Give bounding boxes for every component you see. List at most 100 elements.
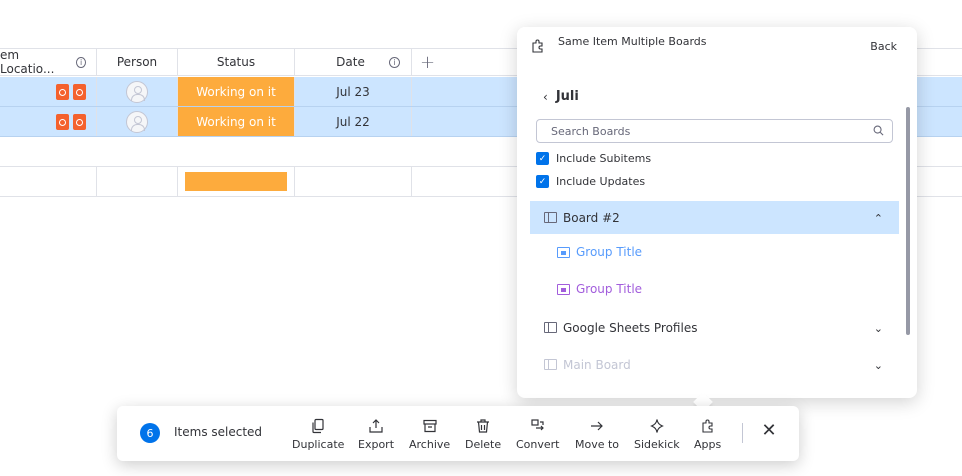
group-name: Group Title <box>576 245 643 259</box>
panel-header: Same Item Multiple Boards Back <box>517 27 917 65</box>
chevron-up-icon[interactable]: ⌃ <box>874 212 883 225</box>
file-icon[interactable] <box>56 83 69 100</box>
column-header-label: Date <box>336 55 365 69</box>
back-button[interactable]: Back <box>870 40 897 53</box>
toolbar-divider <box>742 423 743 443</box>
file-icon[interactable] <box>56 113 69 130</box>
action-label: Archive <box>409 438 451 451</box>
checkmark-icon[interactable]: ✓ <box>536 152 549 165</box>
status-cell[interactable]: Working on it <box>178 107 295 136</box>
location-cell[interactable] <box>0 77 97 106</box>
group-item[interactable]: Group Title <box>557 245 642 259</box>
workspace-name: Juli <box>555 89 579 104</box>
search-boards-input[interactable]: Search Boards <box>536 119 893 143</box>
duplicate-icon <box>312 418 324 434</box>
search-icon <box>873 125 884 136</box>
group-item[interactable]: Group Title <box>557 282 642 296</box>
avatar-placeholder-icon[interactable] <box>126 110 148 133</box>
close-icon[interactable]: ✕ <box>761 422 777 440</box>
location-cell[interactable] <box>0 107 97 136</box>
export-icon <box>369 419 383 433</box>
board-item-board-2[interactable]: Board #2 ⌃ <box>530 201 899 234</box>
items-selected-label: Items selected <box>174 425 263 439</box>
date-cell[interactable]: Jul 22 <box>295 107 412 136</box>
column-header-label: Person <box>116 55 158 69</box>
column-header-date[interactable]: Date i <box>295 49 412 75</box>
group-icon <box>557 283 570 295</box>
screen: em Locatio... i Person Status Date i + W… <box>0 0 962 476</box>
avatar-placeholder-icon[interactable] <box>126 80 148 103</box>
board-icon <box>544 359 557 370</box>
status-label[interactable]: Working on it <box>178 77 294 106</box>
column-header-label: Status <box>216 55 256 69</box>
summary-cell <box>295 167 412 196</box>
chevron-left-icon: ‹ <box>543 89 548 104</box>
action-label: Duplicate <box>292 438 345 451</box>
checkbox-label: Include Updates <box>556 175 646 188</box>
board-item-main-board[interactable]: Main Board ⌄ <box>530 348 899 381</box>
chevron-down-icon[interactable]: ⌄ <box>874 359 883 372</box>
delete-button[interactable]: Delete <box>465 418 501 451</box>
board-name: Main Board <box>563 357 631 372</box>
summary-cell <box>97 167 178 196</box>
board-icon <box>544 212 557 223</box>
sidekick-button[interactable]: Sidekick <box>634 418 680 451</box>
summary-cell <box>0 167 97 196</box>
puzzle-icon <box>702 419 713 433</box>
puzzle-icon <box>532 39 543 53</box>
export-button[interactable]: Export <box>358 418 394 451</box>
duplicate-button[interactable]: Duplicate <box>292 418 344 451</box>
group-icon <box>557 246 570 258</box>
workspace-back-button[interactable]: ‹ Juli <box>543 89 579 104</box>
status-cell[interactable]: Working on it <box>178 77 295 106</box>
column-header-item-location[interactable]: em Locatio... i <box>0 48 97 76</box>
person-cell[interactable] <box>97 77 178 106</box>
action-label: Delete <box>465 438 502 451</box>
move-to-button[interactable]: Move to <box>575 418 619 451</box>
convert-icon <box>531 419 544 431</box>
archive-icon <box>422 419 437 433</box>
info-icon[interactable]: i <box>388 56 400 68</box>
action-label: Sidekick <box>634 438 680 451</box>
arrow-right-icon <box>591 421 603 431</box>
person-cell[interactable] <box>97 107 178 136</box>
move-to-board-panel: Same Item Multiple Boards Back ‹ Juli Se… <box>517 27 917 398</box>
status-label[interactable]: Working on it <box>178 107 294 136</box>
board-item-google-sheets-profiles[interactable]: Google Sheets Profiles ⌄ <box>530 311 899 344</box>
trash-icon <box>477 419 490 433</box>
panel-title: Same Item Multiple Boards <box>558 35 707 48</box>
convert-button[interactable]: Convert <box>516 418 560 451</box>
file-icon[interactable] <box>73 113 86 130</box>
date-value: Jul 22 <box>336 114 370 129</box>
column-header-person[interactable]: Person <box>97 49 178 75</box>
column-header-label: em Locatio... <box>0 48 55 76</box>
include-updates-checkbox[interactable]: ✓ Include Updates <box>536 175 645 188</box>
selected-count-badge: 6 <box>140 423 160 443</box>
column-header-status[interactable]: Status <box>178 49 295 75</box>
file-icon[interactable] <box>73 83 86 100</box>
group-name: Group Title <box>576 282 643 296</box>
search-placeholder: Search Boards <box>551 124 631 138</box>
checkbox-label: Include Subitems <box>556 152 652 165</box>
sparkle-icon <box>649 419 664 433</box>
status-summary-bar <box>185 172 287 191</box>
date-cell[interactable]: Jul 23 <box>295 77 412 106</box>
include-subitems-checkbox[interactable]: ✓ Include Subitems <box>536 152 651 165</box>
board-icon <box>544 322 557 333</box>
action-label: Move to <box>575 438 620 451</box>
action-label: Apps <box>694 438 722 451</box>
apps-button[interactable]: Apps <box>694 418 721 451</box>
action-label: Export <box>358 438 395 451</box>
date-value: Jul 23 <box>336 84 370 99</box>
archive-button[interactable]: Archive <box>409 418 450 451</box>
add-column-icon[interactable]: + <box>420 52 435 73</box>
board-name: Board #2 <box>563 210 620 225</box>
bulk-actions-toolbar: 6 Items selected Duplicate Export Archiv… <box>117 406 799 461</box>
info-icon[interactable]: i <box>76 56 86 68</box>
panel-scrollbar[interactable] <box>906 107 910 335</box>
status-summary-cell <box>178 167 295 196</box>
chevron-down-icon[interactable]: ⌄ <box>874 322 883 335</box>
action-label: Convert <box>516 438 560 451</box>
board-name: Google Sheets Profiles <box>563 320 698 335</box>
checkmark-icon[interactable]: ✓ <box>536 175 549 188</box>
